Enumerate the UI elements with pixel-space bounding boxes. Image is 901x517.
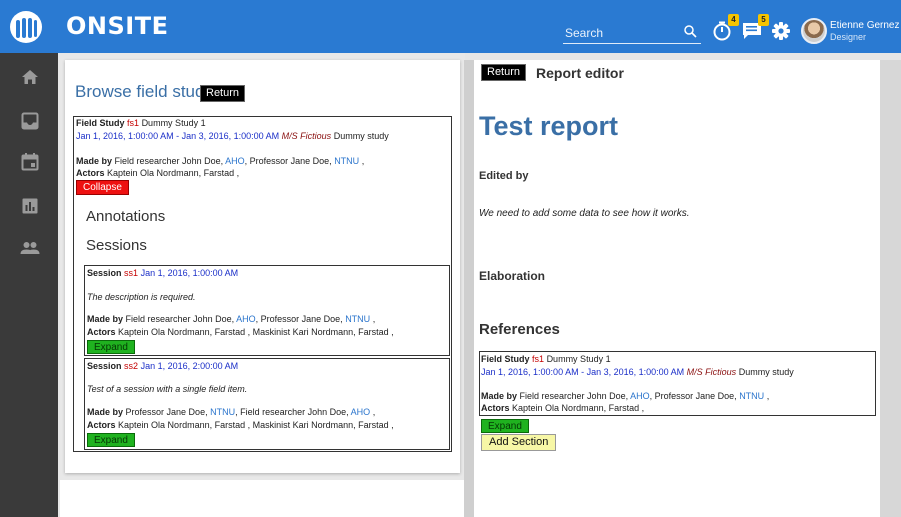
- session-box: [84, 358, 450, 450]
- gear-icon: [772, 22, 790, 40]
- browse-return-button[interactable]: Return: [200, 85, 246, 102]
- session-id[interactable]: ss2: [124, 361, 138, 371]
- collapse-button[interactable]: Collapse: [76, 180, 129, 195]
- session-actors: Actors Kaptein Ola Nordmann, Farstad , M…: [87, 420, 394, 430]
- calendar-icon[interactable]: [19, 151, 41, 173]
- session-header: Session ss2 Jan 1, 2016, 2:00:00 AM: [87, 361, 239, 371]
- avatar[interactable]: [801, 18, 827, 44]
- reference-actors: Actors Kaptein Ola Nordmann, Farstad ,: [481, 403, 645, 413]
- expand-reference-button[interactable]: Expand: [481, 419, 529, 433]
- annotations-heading[interactable]: Annotations: [86, 208, 165, 225]
- reference-id[interactable]: fs1: [532, 354, 544, 364]
- edited-by-label: Edited by: [479, 170, 529, 182]
- session-id[interactable]: ss1: [124, 268, 138, 278]
- panel-divider: [464, 60, 474, 517]
- field-study-header: Field Study fs1 Dummy Study 1: [76, 118, 206, 128]
- add-section-button[interactable]: Add Section: [481, 434, 557, 451]
- user-name[interactable]: Etienne Gernez: [830, 20, 900, 31]
- org-link[interactable]: NTNU: [334, 156, 359, 166]
- reference-made-by: Made by Field researcher John Doe, AHO, …: [481, 391, 770, 401]
- expand-session-button[interactable]: Expand: [87, 433, 135, 447]
- editor-return-button[interactable]: Return: [481, 64, 527, 81]
- chart-icon[interactable]: [19, 195, 41, 217]
- people-icon[interactable]: [19, 237, 41, 259]
- session-header: Session ss1 Jan 1, 2016, 1:00:00 AM: [87, 268, 239, 278]
- search-input[interactable]: [565, 25, 675, 41]
- lower-card: [60, 480, 464, 517]
- timer-button[interactable]: 4: [711, 14, 739, 42]
- top-bar: ONSITE 4 5: [0, 0, 901, 53]
- field-study-made-by: Made by Field researcher John Doe, AHO, …: [76, 156, 365, 166]
- reference-dates-line: Jan 1, 2016, 1:00:00 AM - Jan 3, 2016, 1…: [481, 367, 794, 377]
- settings-button[interactable]: [770, 20, 792, 42]
- expand-session-button[interactable]: Expand: [87, 340, 135, 354]
- scrollbar[interactable]: [880, 60, 901, 517]
- session-box: [84, 265, 450, 356]
- user-role: Designer: [830, 32, 867, 42]
- reference-header: Field Study fs1 Dummy Study 1: [481, 354, 611, 364]
- session-made-by: Made by Professor Jane Doe, NTNU, Field …: [87, 407, 376, 417]
- inbox-icon[interactable]: [19, 110, 41, 132]
- app-brand: ONSITE: [66, 12, 169, 40]
- report-editor-title: Report editor: [536, 65, 624, 81]
- references-heading: References: [479, 321, 560, 338]
- onsite-logo-icon[interactable]: [8, 10, 44, 44]
- org-link[interactable]: AHO: [236, 314, 256, 324]
- session-description: The description is required.: [87, 292, 196, 302]
- field-study-actors: Actors Kaptein Ola Nordmann, Farstad ,: [76, 168, 240, 178]
- org-link[interactable]: NTNU: [210, 407, 235, 417]
- session-description: Test of a session with a single field it…: [87, 384, 248, 394]
- browse-title: Browse field study: [75, 82, 213, 101]
- messages-button[interactable]: 5: [741, 14, 769, 42]
- org-link[interactable]: NTNU: [739, 391, 764, 401]
- elaboration-label[interactable]: Elaboration: [479, 269, 545, 283]
- sessions-heading[interactable]: Sessions: [86, 237, 147, 254]
- session-actors: Actors Kaptein Ola Nordmann, Farstad , M…: [87, 327, 394, 337]
- report-note[interactable]: We need to add some data to see how it w…: [479, 208, 690, 219]
- field-study-dates-line: Jan 1, 2016, 1:00:00 AM - Jan 3, 2016, 1…: [76, 131, 389, 141]
- search-box: [563, 24, 701, 44]
- sidebar: [0, 53, 58, 517]
- org-link[interactable]: NTNU: [345, 314, 370, 324]
- org-link[interactable]: AHO: [225, 156, 245, 166]
- session-made-by: Made by Field researcher John Doe, AHO, …: [87, 314, 376, 324]
- home-icon[interactable]: [19, 66, 41, 88]
- org-link[interactable]: AHO: [630, 391, 650, 401]
- org-link[interactable]: AHO: [351, 407, 371, 417]
- report-title[interactable]: Test report: [479, 111, 618, 142]
- chat-badge: 5: [758, 14, 769, 26]
- timer-badge: 4: [728, 14, 739, 26]
- search-icon[interactable]: [683, 24, 697, 40]
- field-study-id[interactable]: fs1: [127, 118, 139, 128]
